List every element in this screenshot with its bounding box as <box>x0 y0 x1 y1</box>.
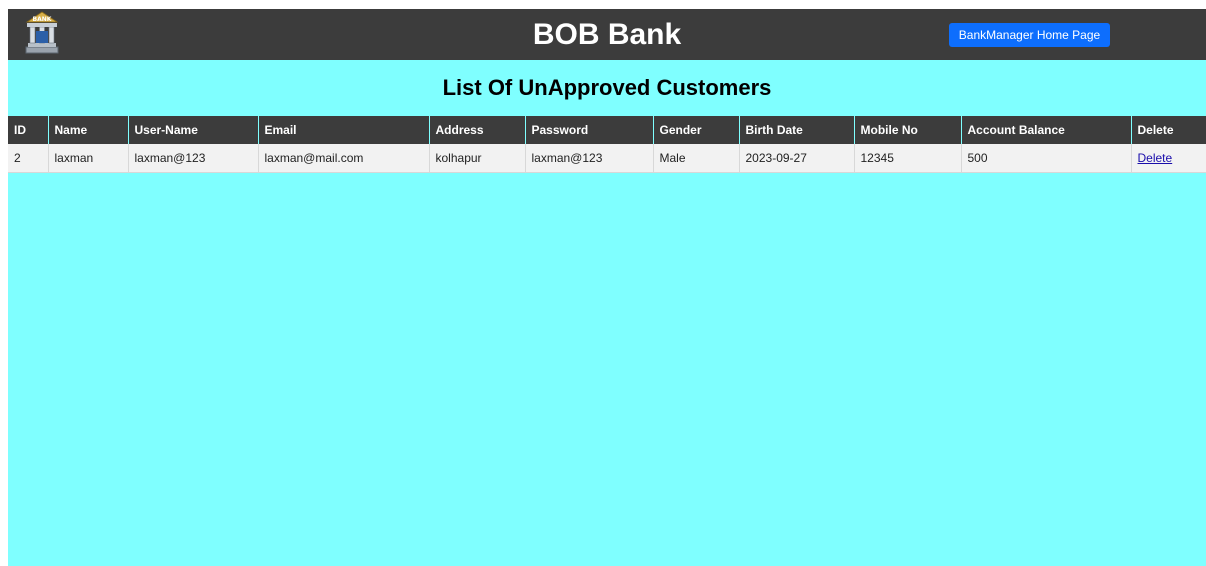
header-balance: Account Balance <box>961 116 1132 144</box>
cell-delete: Delete <box>1131 144 1206 173</box>
cell-username: laxman@123 <box>128 144 259 173</box>
bankmanager-home-button[interactable]: BankManager Home Page <box>949 23 1110 47</box>
cell-id: 2 <box>8 144 49 173</box>
header-birth-date: Birth Date <box>739 116 855 144</box>
cell-password: laxman@123 <box>525 144 654 173</box>
logo-text: BANK <box>33 16 52 23</box>
header-password: Password <box>525 116 654 144</box>
cell-balance: 500 <box>961 144 1132 173</box>
bank-logo-icon[interactable]: BANK <box>24 11 60 55</box>
cell-gender: Male <box>653 144 740 173</box>
cell-name: laxman <box>48 144 129 173</box>
header-email: Email <box>258 116 430 144</box>
cell-birth-date: 2023-09-27 <box>739 144 855 173</box>
cell-email: laxman@mail.com <box>258 144 430 173</box>
navbar: BANK BOB Bank BankManager Home Page <box>8 9 1206 60</box>
header-name: Name <box>48 116 129 144</box>
header-username: User-Name <box>128 116 259 144</box>
header-mobile: Mobile No <box>854 116 962 144</box>
cell-address: kolhapur <box>429 144 526 173</box>
header-delete: Delete <box>1131 116 1206 144</box>
header-address: Address <box>429 116 526 144</box>
cell-mobile: 12345 <box>854 144 962 173</box>
header-id: ID <box>8 116 49 144</box>
table-row: 2 laxman laxman@123 laxman@mail.com kolh… <box>8 144 1206 173</box>
header-gender: Gender <box>653 116 740 144</box>
page-container: BANK BOB Bank BankManager Home Page List… <box>8 9 1206 566</box>
table-header-row: ID Name User-Name Email Address Password… <box>8 116 1206 144</box>
delete-link[interactable]: Delete <box>1138 151 1173 165</box>
customers-table: ID Name User-Name Email Address Password… <box>8 116 1206 173</box>
page-title: List Of UnApproved Customers <box>442 75 772 100</box>
